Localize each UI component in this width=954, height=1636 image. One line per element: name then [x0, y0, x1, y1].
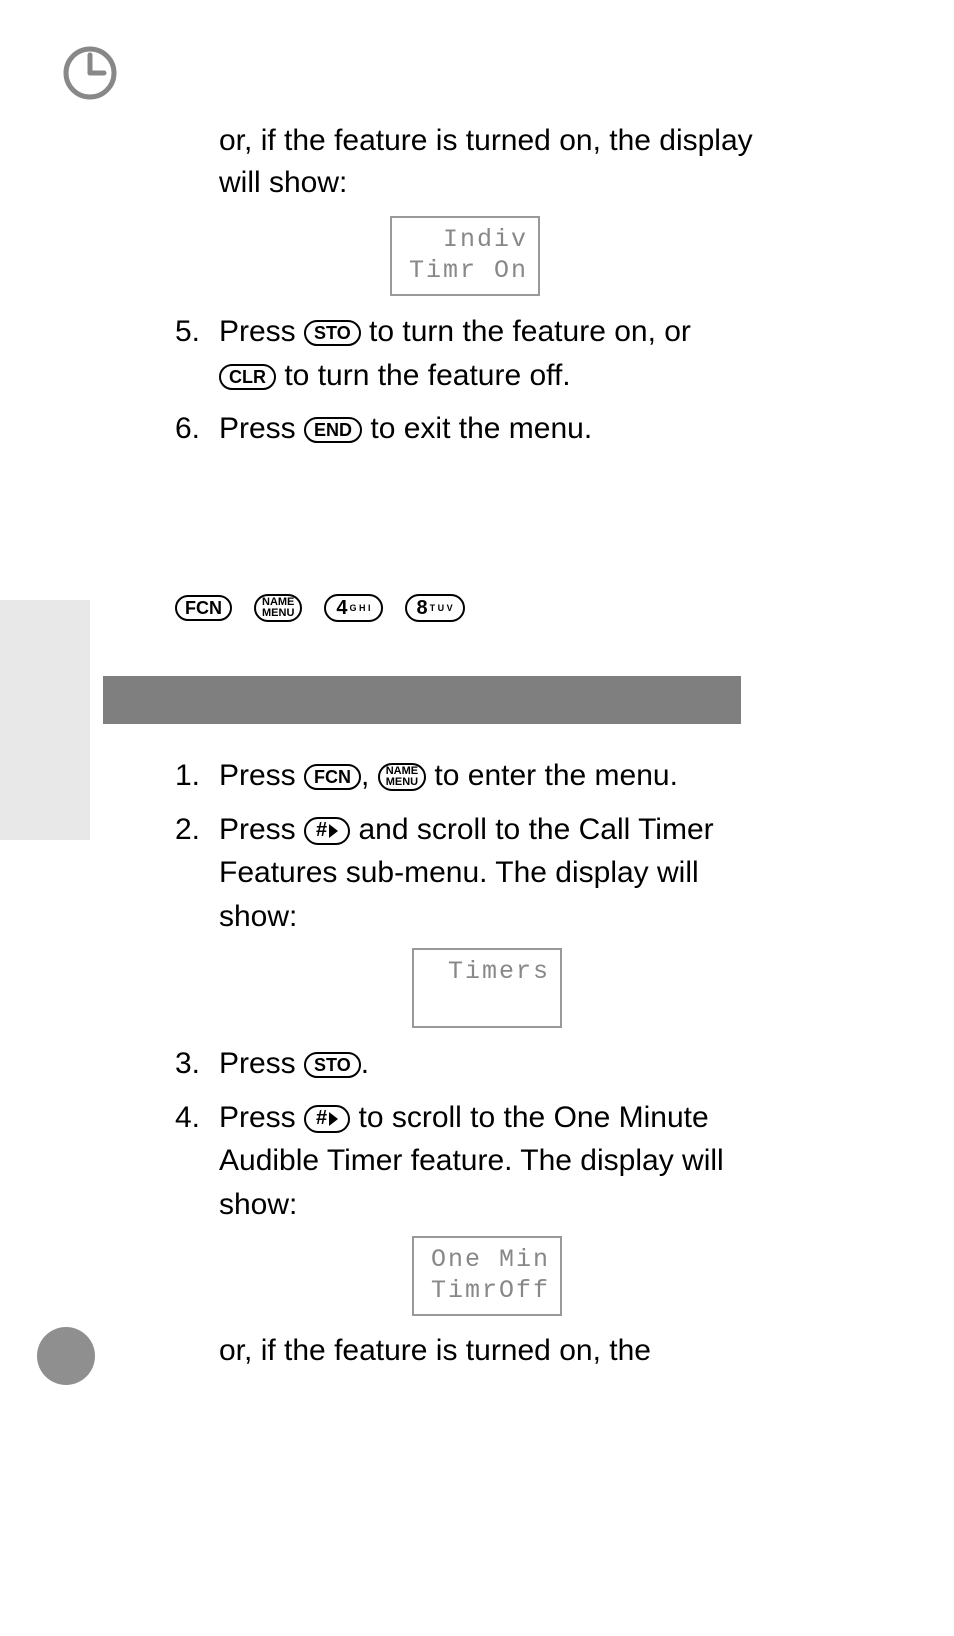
step-number: 6.: [175, 407, 200, 451]
digit-8-key-icon: 8T U V: [405, 594, 465, 622]
step-number: 4.: [175, 1096, 200, 1140]
step-text: Press: [219, 315, 304, 348]
step-1: 1. Press FCN, NAMEMENU to enter the menu…: [175, 754, 755, 798]
section-divider-bar: [103, 676, 741, 724]
lcd-display: One Min TimrOff: [412, 1236, 562, 1316]
trailing-text: or, if the feature is turned on, the: [219, 1330, 755, 1372]
step-text: Press: [219, 412, 304, 445]
step-text: Press: [219, 813, 304, 846]
lcd-line: Timers: [448, 957, 550, 986]
clr-key-icon: CLR: [219, 364, 276, 390]
fcn-key-icon: FCN: [175, 595, 232, 621]
key-letters: T U V: [430, 604, 453, 612]
lcd-line: Timr On: [409, 256, 528, 285]
hash-scroll-key-icon: #: [304, 1105, 350, 1133]
key-hash: #: [316, 816, 327, 845]
key-letters: G H I: [350, 604, 371, 612]
page: or, if the feature is turned on, the dis…: [0, 0, 954, 1636]
lcd-line: TimrOff: [431, 1276, 550, 1305]
step-number: 3.: [175, 1042, 200, 1086]
side-tab: [0, 600, 90, 840]
step-text: to turn the feature off.: [276, 359, 571, 392]
section-bottom: 1. Press FCN, NAMEMENU to enter the menu…: [175, 746, 755, 1384]
end-key-icon: END: [304, 417, 362, 443]
key-hash: #: [316, 1104, 327, 1133]
step-text: .: [361, 1047, 369, 1080]
step-number: 1.: [175, 754, 200, 798]
lcd-line: One Min: [431, 1245, 550, 1274]
intro-text: or, if the feature is turned on, the dis…: [219, 120, 755, 204]
step-text: to turn the feature on, or: [361, 315, 691, 348]
sto-key-icon: STO: [304, 1052, 361, 1078]
step-5: 5. Press STO to turn the feature on, or …: [175, 310, 755, 397]
shortcut-key-row: FCN NAME MENU 4G H I 8T U V: [175, 594, 465, 622]
step-text: Press: [219, 759, 304, 792]
digit-4-key-icon: 4G H I: [324, 594, 382, 622]
hash-scroll-key-icon: #: [304, 817, 350, 845]
page-dot-icon: [37, 1327, 95, 1385]
section-top: or, if the feature is turned on, the dis…: [175, 120, 755, 461]
step-number: 2.: [175, 808, 200, 852]
lcd-display: Indiv Timr On: [390, 216, 540, 296]
name-menu-key-icon: NAMEMENU: [378, 763, 426, 791]
key-digit: 8: [417, 597, 428, 620]
step-number: 5.: [175, 310, 200, 354]
clock-icon: [62, 45, 118, 101]
lcd-line: Indiv: [443, 225, 528, 254]
step-text: Press: [219, 1047, 304, 1080]
step-3: 3. Press STO.: [175, 1042, 755, 1086]
step-2: 2. Press # and scroll to the Call Timer …: [175, 808, 755, 1029]
step-6: 6. Press END to exit the menu.: [175, 407, 755, 451]
key-label-bottom: MENU: [262, 608, 294, 619]
fcn-key-icon: FCN: [304, 764, 361, 790]
name-menu-key-icon: NAME MENU: [254, 594, 302, 622]
sto-key-icon: STO: [304, 320, 361, 346]
key-digit: 4: [336, 597, 347, 620]
lcd-display: Timers: [412, 948, 562, 1028]
key-label-bottom: MENU: [386, 777, 418, 788]
step-text: ,: [361, 759, 378, 792]
step-text: to enter the menu.: [426, 759, 678, 792]
step-text: to exit the menu.: [362, 412, 592, 445]
step-text: Press: [219, 1101, 304, 1134]
step-4: 4. Press # to scroll to the One Minute A…: [175, 1096, 755, 1317]
